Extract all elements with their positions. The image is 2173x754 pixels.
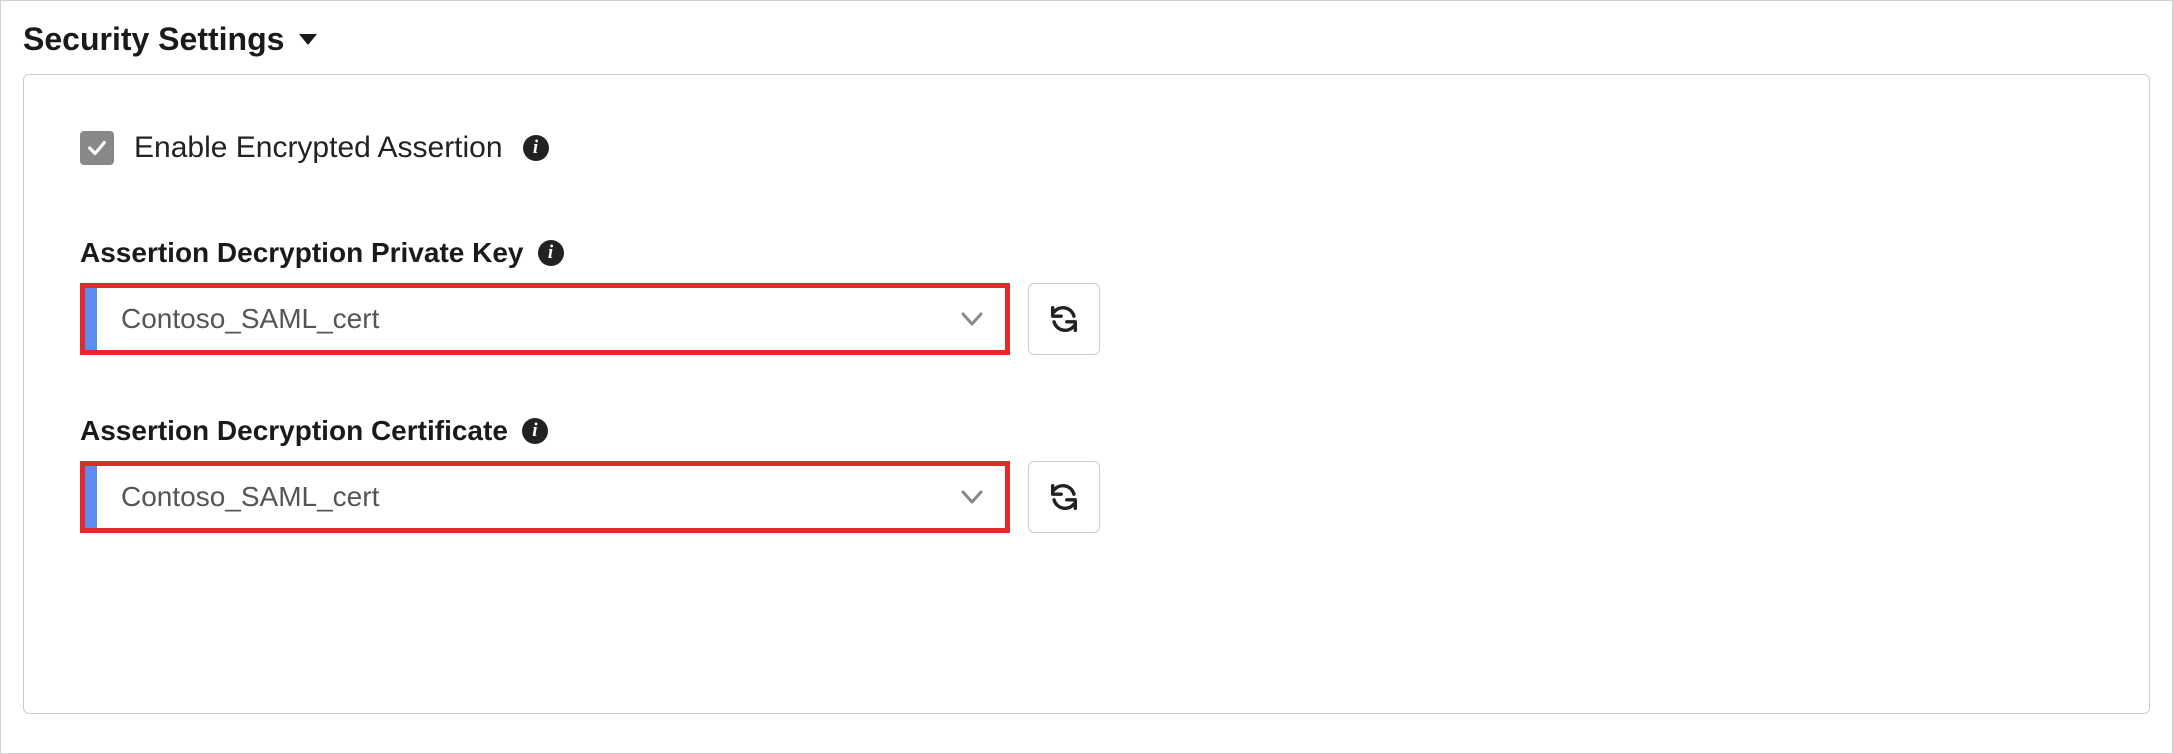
section-title: Security Settings <box>23 21 284 58</box>
info-icon[interactable]: i <box>538 240 564 266</box>
refresh-icon <box>1047 302 1081 336</box>
private-key-refresh-button[interactable] <box>1028 283 1100 355</box>
private-key-select-highlight: Contoso_SAML_cert <box>80 283 1010 355</box>
certificate-refresh-button[interactable] <box>1028 461 1100 533</box>
field-label-row: Assertion Decryption Private Key i <box>80 237 2093 269</box>
field-label-row: Assertion Decryption Certificate i <box>80 415 2093 447</box>
select-row: Contoso_SAML_cert <box>80 461 2093 533</box>
section-header[interactable]: Security Settings <box>23 21 2150 58</box>
certificate-select[interactable]: Contoso_SAML_cert <box>85 466 1005 528</box>
chevron-down-icon <box>939 312 1005 326</box>
enable-encrypted-assertion-checkbox[interactable] <box>80 131 114 165</box>
certificate-label: Assertion Decryption Certificate <box>80 415 508 447</box>
private-key-select-value: Contoso_SAML_cert <box>97 303 939 335</box>
assertion-decryption-certificate-field: Assertion Decryption Certificate i Conto… <box>80 415 2093 533</box>
refresh-icon <box>1047 480 1081 514</box>
certificate-select-value: Contoso_SAML_cert <box>97 481 939 513</box>
select-row: Contoso_SAML_cert <box>80 283 2093 355</box>
select-accent-bar <box>85 466 97 528</box>
info-icon[interactable]: i <box>522 418 548 444</box>
chevron-down-icon <box>939 490 1005 504</box>
private-key-select[interactable]: Contoso_SAML_cert <box>85 288 1005 350</box>
info-icon[interactable]: i <box>523 135 549 161</box>
enable-encrypted-assertion-label: Enable Encrypted Assertion <box>134 131 503 165</box>
private-key-label: Assertion Decryption Private Key <box>80 237 524 269</box>
caret-down-icon <box>298 33 318 47</box>
check-icon <box>86 137 108 159</box>
certificate-select-highlight: Contoso_SAML_cert <box>80 461 1010 533</box>
assertion-decryption-private-key-field: Assertion Decryption Private Key i Conto… <box>80 237 2093 355</box>
enable-encrypted-assertion-row: Enable Encrypted Assertion i <box>80 131 2093 165</box>
security-settings-panel: Enable Encrypted Assertion i Assertion D… <box>23 74 2150 714</box>
select-accent-bar <box>85 288 97 350</box>
